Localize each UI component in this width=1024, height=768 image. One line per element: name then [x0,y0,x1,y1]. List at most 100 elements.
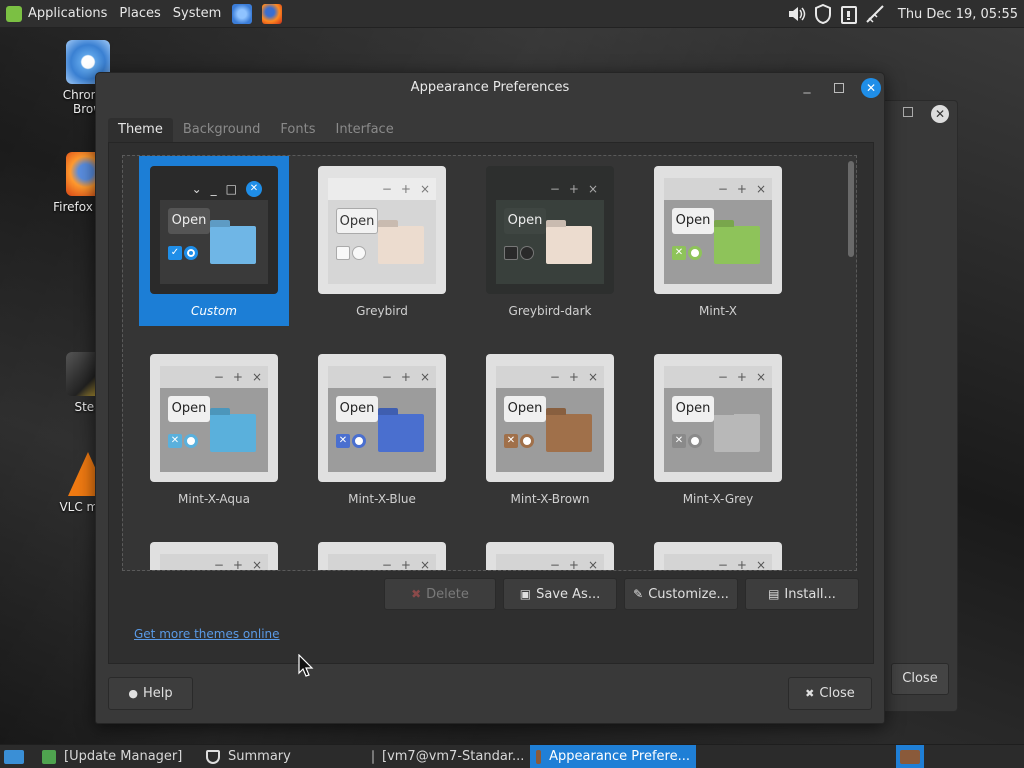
mint-logo-icon [6,5,22,22]
theme-preview: − + × Open [318,166,446,294]
more-themes-link[interactable]: Get more themes online [134,627,280,641]
taskbar-summary[interactable]: Summary [200,745,366,768]
help-button[interactable]: ● Help [108,677,193,710]
help-icon: ● [128,687,138,700]
help-button-label: Help [142,686,173,701]
save-as-button[interactable]: ▣ Save As... [503,578,617,610]
customize-button-label: Customize... [648,586,729,602]
show-desktop-button[interactable] [0,745,28,768]
install-icon: ▤ [768,587,780,601]
theme-grid[interactable]: ⌄ _ □ ✕ Open ✓ Custom − + × Open Greybird [122,155,857,571]
theme-preview: − + × Open ✕ [318,354,446,482]
firefox-launcher-icon[interactable] [262,3,283,24]
preview-open-button: Open [504,208,546,234]
menu-applications[interactable]: Applications [0,0,113,28]
background-close-button[interactable]: Close [891,663,949,695]
theme-preview: − + × [318,542,446,570]
close-button[interactable]: ✖ Close [788,677,872,710]
folder-icon [714,226,760,264]
close-icon[interactable]: ✕ [861,78,881,98]
install-button[interactable]: ▤ Install... [745,578,859,610]
folder-icon [714,414,760,452]
appearance-icon [536,749,542,764]
tab-fonts[interactable]: Fonts [270,118,325,142]
save-as-button-label: Save As... [536,586,601,602]
theme-item-partial[interactable]: − + × [139,532,289,570]
folder-icon [378,226,424,264]
theme-item-partial[interactable]: − + × [643,532,793,570]
tab-background[interactable]: Background [173,118,271,142]
theme-name: Mint-X-Grey [682,492,754,506]
clock[interactable]: Thu Dec 19, 05:55 [888,7,1024,22]
theme-item-partial[interactable]: − + × [307,532,457,570]
theme-name: Mint-X-Blue [348,492,416,506]
chromium-launcher-icon[interactable] [232,3,253,24]
menu-places[interactable]: Places [113,0,166,28]
theme-item-mint-x-grey[interactable]: − + × Open ✕ Mint-X-Grey [643,344,793,514]
theme-item-partial[interactable]: − + × [475,532,625,570]
workspace-switcher[interactable] [896,744,924,768]
theme-name: Mint-X-Brown [510,492,590,506]
customize-icon: ✎ [633,587,644,601]
preview-open-button: Open [168,396,210,422]
mouse-pointer-icon [298,654,314,677]
close-icon[interactable]: ✕ [931,105,949,123]
tab-theme[interactable]: Theme [108,118,173,142]
theme-preview: − + × [654,542,782,570]
close-button-label: Close [819,686,855,701]
delete-button-label: Delete [426,586,469,602]
delete-icon: ✖ [411,587,422,601]
taskbar-update-manager[interactable]: [Update Manager] [36,745,200,768]
folder-icon [210,414,256,452]
network-icon[interactable] [864,3,886,25]
theme-name: Greybird [356,304,408,318]
theme-item-greybird[interactable]: − + × Open Greybird [307,156,457,326]
preview-open-button: Open [336,396,378,422]
theme-preview: − + × [486,542,614,570]
shield-icon[interactable] [812,3,834,25]
theme-actions: ✖ Delete ▣ Save As... ✎ Customize... ▤ I… [384,578,866,610]
theme-name: Greybird-dark [508,304,592,318]
system-tray: Thu Dec 19, 05:55 [784,0,1024,28]
maximize-icon[interactable] [834,83,844,93]
theme-item-greybird-dark[interactable]: − + × Open Greybird-dark [475,156,625,326]
preview-open-button: Open [672,396,714,422]
minimize-icon[interactable]: _ [800,79,814,95]
workspace-icon [900,749,920,764]
taskbar-label: [vm7@vm7-Standar... [382,749,525,764]
theme-name: Mint-X [699,304,737,318]
menu-applications-label: Applications [28,6,108,21]
theme-item-mint-x[interactable]: − + × Open ✕ Mint-X [643,156,793,326]
preview-open-button: Open [672,208,714,234]
menu-system[interactable]: System [167,0,227,28]
theme-item-mint-x-blue[interactable]: − + × Open ✕ Mint-X-Blue [307,344,457,514]
theme-item-mint-x-brown[interactable]: − + × Open ✕ Mint-X-Brown [475,344,625,514]
theme-preview: − + × Open ✕ [654,166,782,294]
folder-icon [546,414,592,452]
theme-item-custom[interactable]: ⌄ _ □ ✕ Open ✓ Custom [139,156,289,326]
delete-button[interactable]: ✖ Delete [384,578,496,610]
theme-preview: − + × Open ✕ [654,354,782,482]
background-dialog: ✕ Close [880,100,958,712]
theme-preview: ⌄ _ □ ✕ Open ✓ [150,166,278,294]
update-clipboard-icon[interactable] [838,3,860,25]
theme-grid-scrollbar[interactable] [848,161,854,257]
taskbar-terminal[interactable]: [vm7@vm7-Standar... [366,745,530,768]
show-desktop-icon [4,749,24,764]
customize-button[interactable]: ✎ Customize... [624,578,738,610]
theme-name: Custom [191,304,237,318]
tab-interface[interactable]: Interface [325,118,403,142]
volume-icon[interactable] [786,3,808,25]
bottom-panel: [Update Manager] Summary [vm7@vm7-Standa… [0,744,1024,768]
maximize-icon[interactable] [903,107,913,117]
theme-preview: − + × Open ✕ [150,354,278,482]
appearance-preferences-window: Appearance Preferences _ ✕ Theme Backgro… [95,72,885,724]
theme-preview: − + × Open ✕ [486,354,614,482]
folder-icon [378,414,424,452]
theme-item-mint-x-aqua[interactable]: − + × Open ✕ Mint-X-Aqua [139,344,289,514]
preview-open-button: Open [336,208,378,234]
window-title: Appearance Preferences [410,80,570,95]
preview-open-button: Open [168,208,210,234]
taskbar-appearance-preferences[interactable]: Appearance Prefere... [530,744,696,768]
tab-bar: Theme Background Fonts Interface [108,118,404,142]
